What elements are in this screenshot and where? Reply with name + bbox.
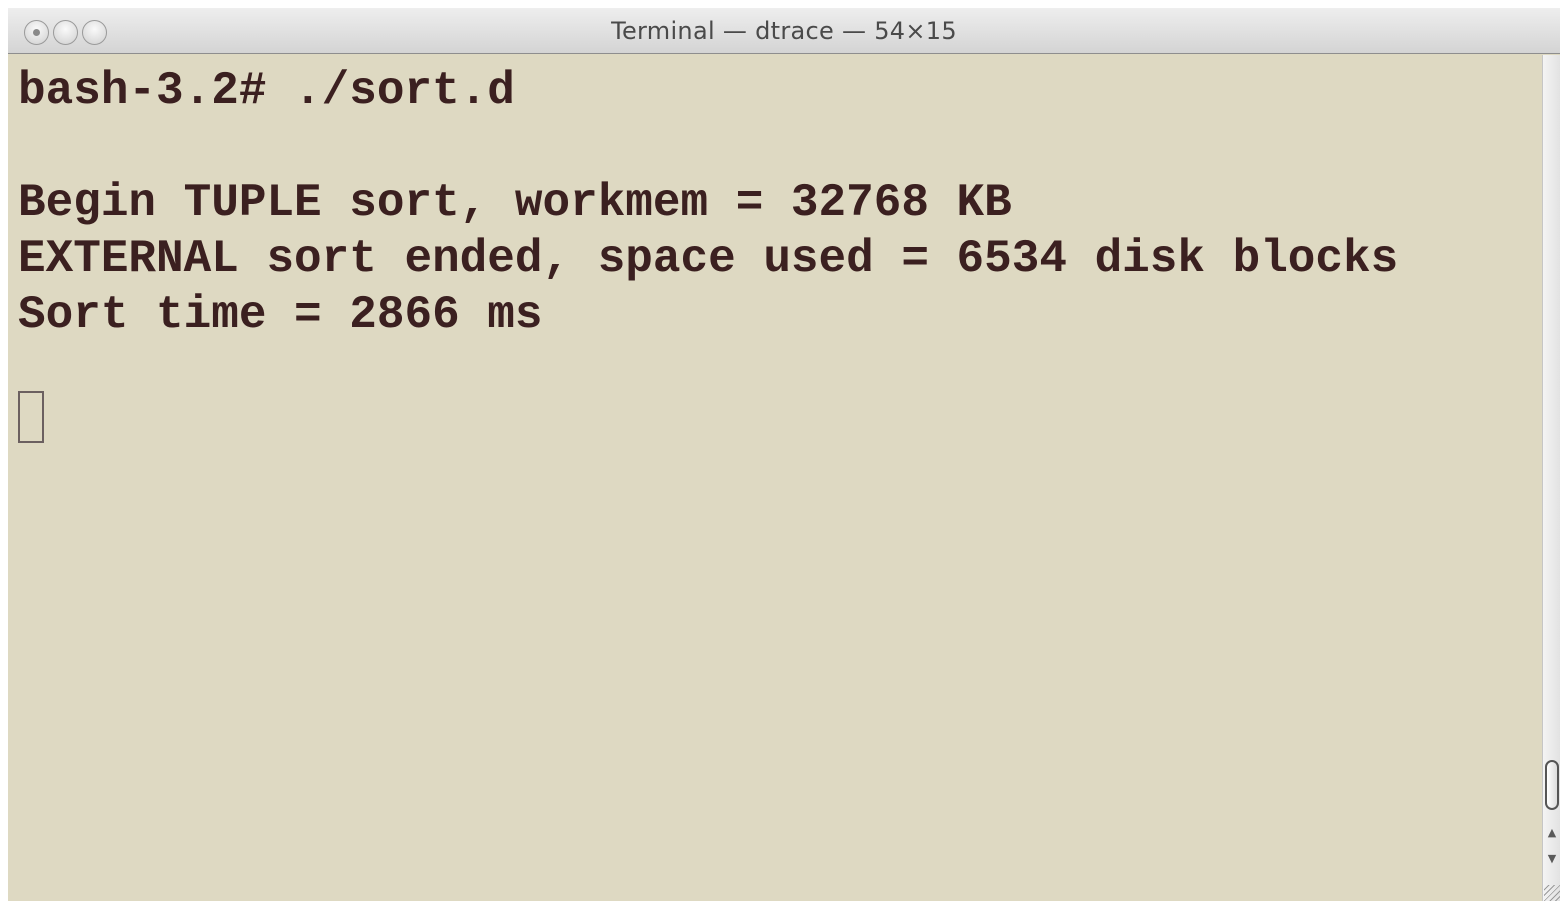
resize-grip-icon[interactable]	[1544, 885, 1560, 901]
vertical-scrollbar[interactable]: ▲ ▼	[1542, 55, 1560, 901]
terminal-line-sort-ended: EXTERNAL sort ended, space used = 6534 d…	[18, 233, 1399, 285]
terminal-content-area[interactable]: bash-3.2# ./sort.d Begin TUPLE sort, wor…	[8, 55, 1542, 901]
terminal-window: Terminal — dtrace — 54×15 bash-3.2# ./so…	[8, 8, 1560, 901]
scroll-up-arrow-icon[interactable]: ▲	[1545, 825, 1559, 841]
terminal-line-begin-sort: Begin TUPLE sort, workmem = 32768 KB	[18, 177, 1012, 229]
window-title: Terminal — dtrace — 54×15	[611, 17, 957, 45]
text-cursor	[18, 391, 44, 443]
scroll-down-arrow-icon[interactable]: ▼	[1545, 851, 1559, 867]
scrollbar-thumb[interactable]	[1545, 760, 1559, 810]
terminal-line-sort-time: Sort time = 2866 ms	[18, 289, 543, 341]
terminal-line-prompt: bash-3.2# ./sort.d	[18, 65, 515, 117]
title-bar[interactable]: Terminal — dtrace — 54×15	[8, 8, 1560, 54]
